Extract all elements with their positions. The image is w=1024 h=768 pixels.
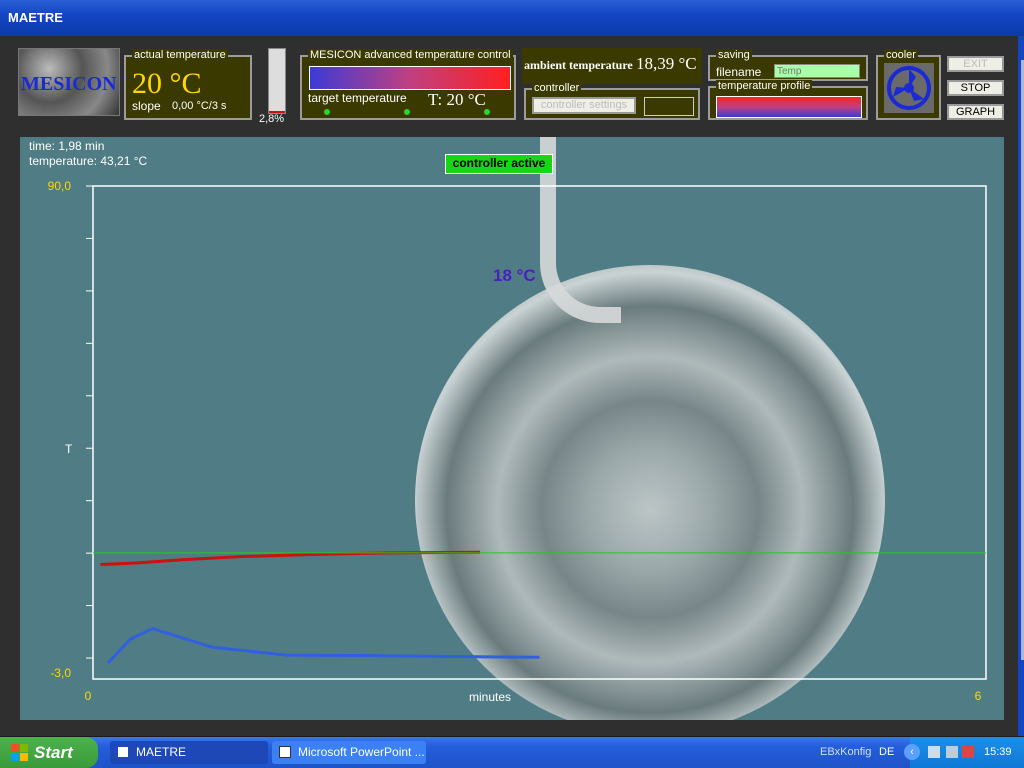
indicator-led — [484, 109, 490, 115]
x-tick-label-max: 6 — [975, 689, 982, 703]
system-tray: ‹ 15:39 — [904, 737, 1024, 768]
y-tick-label-min: -3,0 — [50, 666, 71, 680]
actual-temperature-legend: actual temperature — [132, 49, 228, 61]
output-gauge-percent: 2,8% — [259, 113, 285, 125]
taskbar-item-label: Microsoft PowerPoint ... — [298, 745, 425, 759]
logo-text: MESICON — [21, 73, 117, 95]
temperature-graph: time: 1,98 min temperature: 43,21 °C con… — [20, 137, 1004, 720]
controller-panel: controller controller settings — [524, 82, 700, 120]
taskbar-item-powerpoint[interactable]: Microsoft PowerPoint ... — [272, 741, 426, 764]
ambient-temperature-label: ambient temperature — [524, 58, 633, 72]
target-temperature-label: target temperature — [308, 91, 407, 105]
filename-input[interactable] — [774, 64, 860, 78]
temperature-control-panel: MESICON advanced temperature control tar… — [300, 49, 516, 120]
temperature-profile-legend: temperature profile — [716, 80, 813, 92]
language-indicator[interactable]: DE — [879, 746, 894, 758]
slope-label: slope — [132, 99, 161, 113]
taskbar-item-label: MAETRE — [136, 745, 187, 759]
indicator-led — [324, 109, 330, 115]
title-bar[interactable]: MAETRE — [0, 0, 1024, 36]
clock[interactable]: 15:39 — [984, 746, 1012, 758]
powerpoint-icon — [279, 746, 291, 758]
taskbar-item-maetre[interactable]: MAETRE — [110, 741, 268, 764]
cooler-panel: cooler — [876, 49, 941, 120]
start-label: Start — [34, 743, 73, 762]
cooler-legend: cooler — [884, 49, 918, 61]
mesicon-logo: MESICON — [18, 48, 120, 116]
show-hidden-icons-chevron-icon[interactable]: ‹ — [904, 744, 920, 760]
output-gauge — [268, 48, 286, 114]
series-line-0 — [100, 550, 480, 566]
temperature-profile-bar[interactable] — [716, 96, 862, 118]
temperature-control-legend: MESICON advanced temperature control — [308, 49, 513, 61]
start-button[interactable]: Start — [0, 737, 98, 768]
network-icon[interactable] — [928, 746, 940, 758]
filename-label: filename — [716, 65, 762, 79]
graph-button[interactable]: GRAPH — [947, 104, 1004, 120]
security-alert-icon[interactable] — [962, 746, 974, 758]
windows-logo-icon — [11, 744, 28, 761]
fan-icon — [884, 63, 934, 113]
saving-panel: saving filename — [708, 49, 868, 81]
plot-frame — [92, 185, 987, 680]
chart-plot: 90,0 -3,0 0 6 — [48, 179, 987, 703]
app-window-icon — [118, 747, 128, 757]
target-temperature-value: T: 20 °C — [428, 90, 486, 109]
stop-button[interactable]: STOP — [947, 80, 1004, 96]
indicator-led — [404, 109, 410, 115]
taskbar: Start MAETRE Microsoft PowerPoint ... EB… — [0, 737, 1024, 768]
slope-value: 0,00 °C/3 s — [172, 100, 227, 112]
target-temperature-slider[interactable] — [309, 66, 511, 90]
y-tick-label-max: 90,0 — [48, 179, 72, 193]
ambient-temperature-panel: ambient temperature 18,39 °C — [522, 48, 702, 84]
ambient-temperature-value: 18,39 °C — [636, 54, 697, 73]
controller-settings-button[interactable]: controller settings — [532, 97, 636, 114]
saving-legend: saving — [716, 49, 752, 61]
actual-temperature-panel: actual temperature 20 °C slope 0,00 °C/3… — [124, 49, 252, 120]
window-title: MAETRE — [8, 10, 63, 25]
ebxkonfig-toolbar-label[interactable]: EBxKonfig — [820, 746, 871, 758]
controller-legend: controller — [532, 82, 582, 94]
exit-button[interactable]: EXIT — [947, 56, 1004, 72]
actual-temperature-value: 20 °C — [132, 67, 202, 100]
series-line-1 — [106, 627, 540, 665]
x-tick-label-min: 0 — [85, 689, 92, 703]
network-connection-icon[interactable] — [946, 746, 958, 758]
controller-status-box — [644, 97, 694, 116]
temperature-profile-panel: temperature profile — [708, 80, 868, 120]
